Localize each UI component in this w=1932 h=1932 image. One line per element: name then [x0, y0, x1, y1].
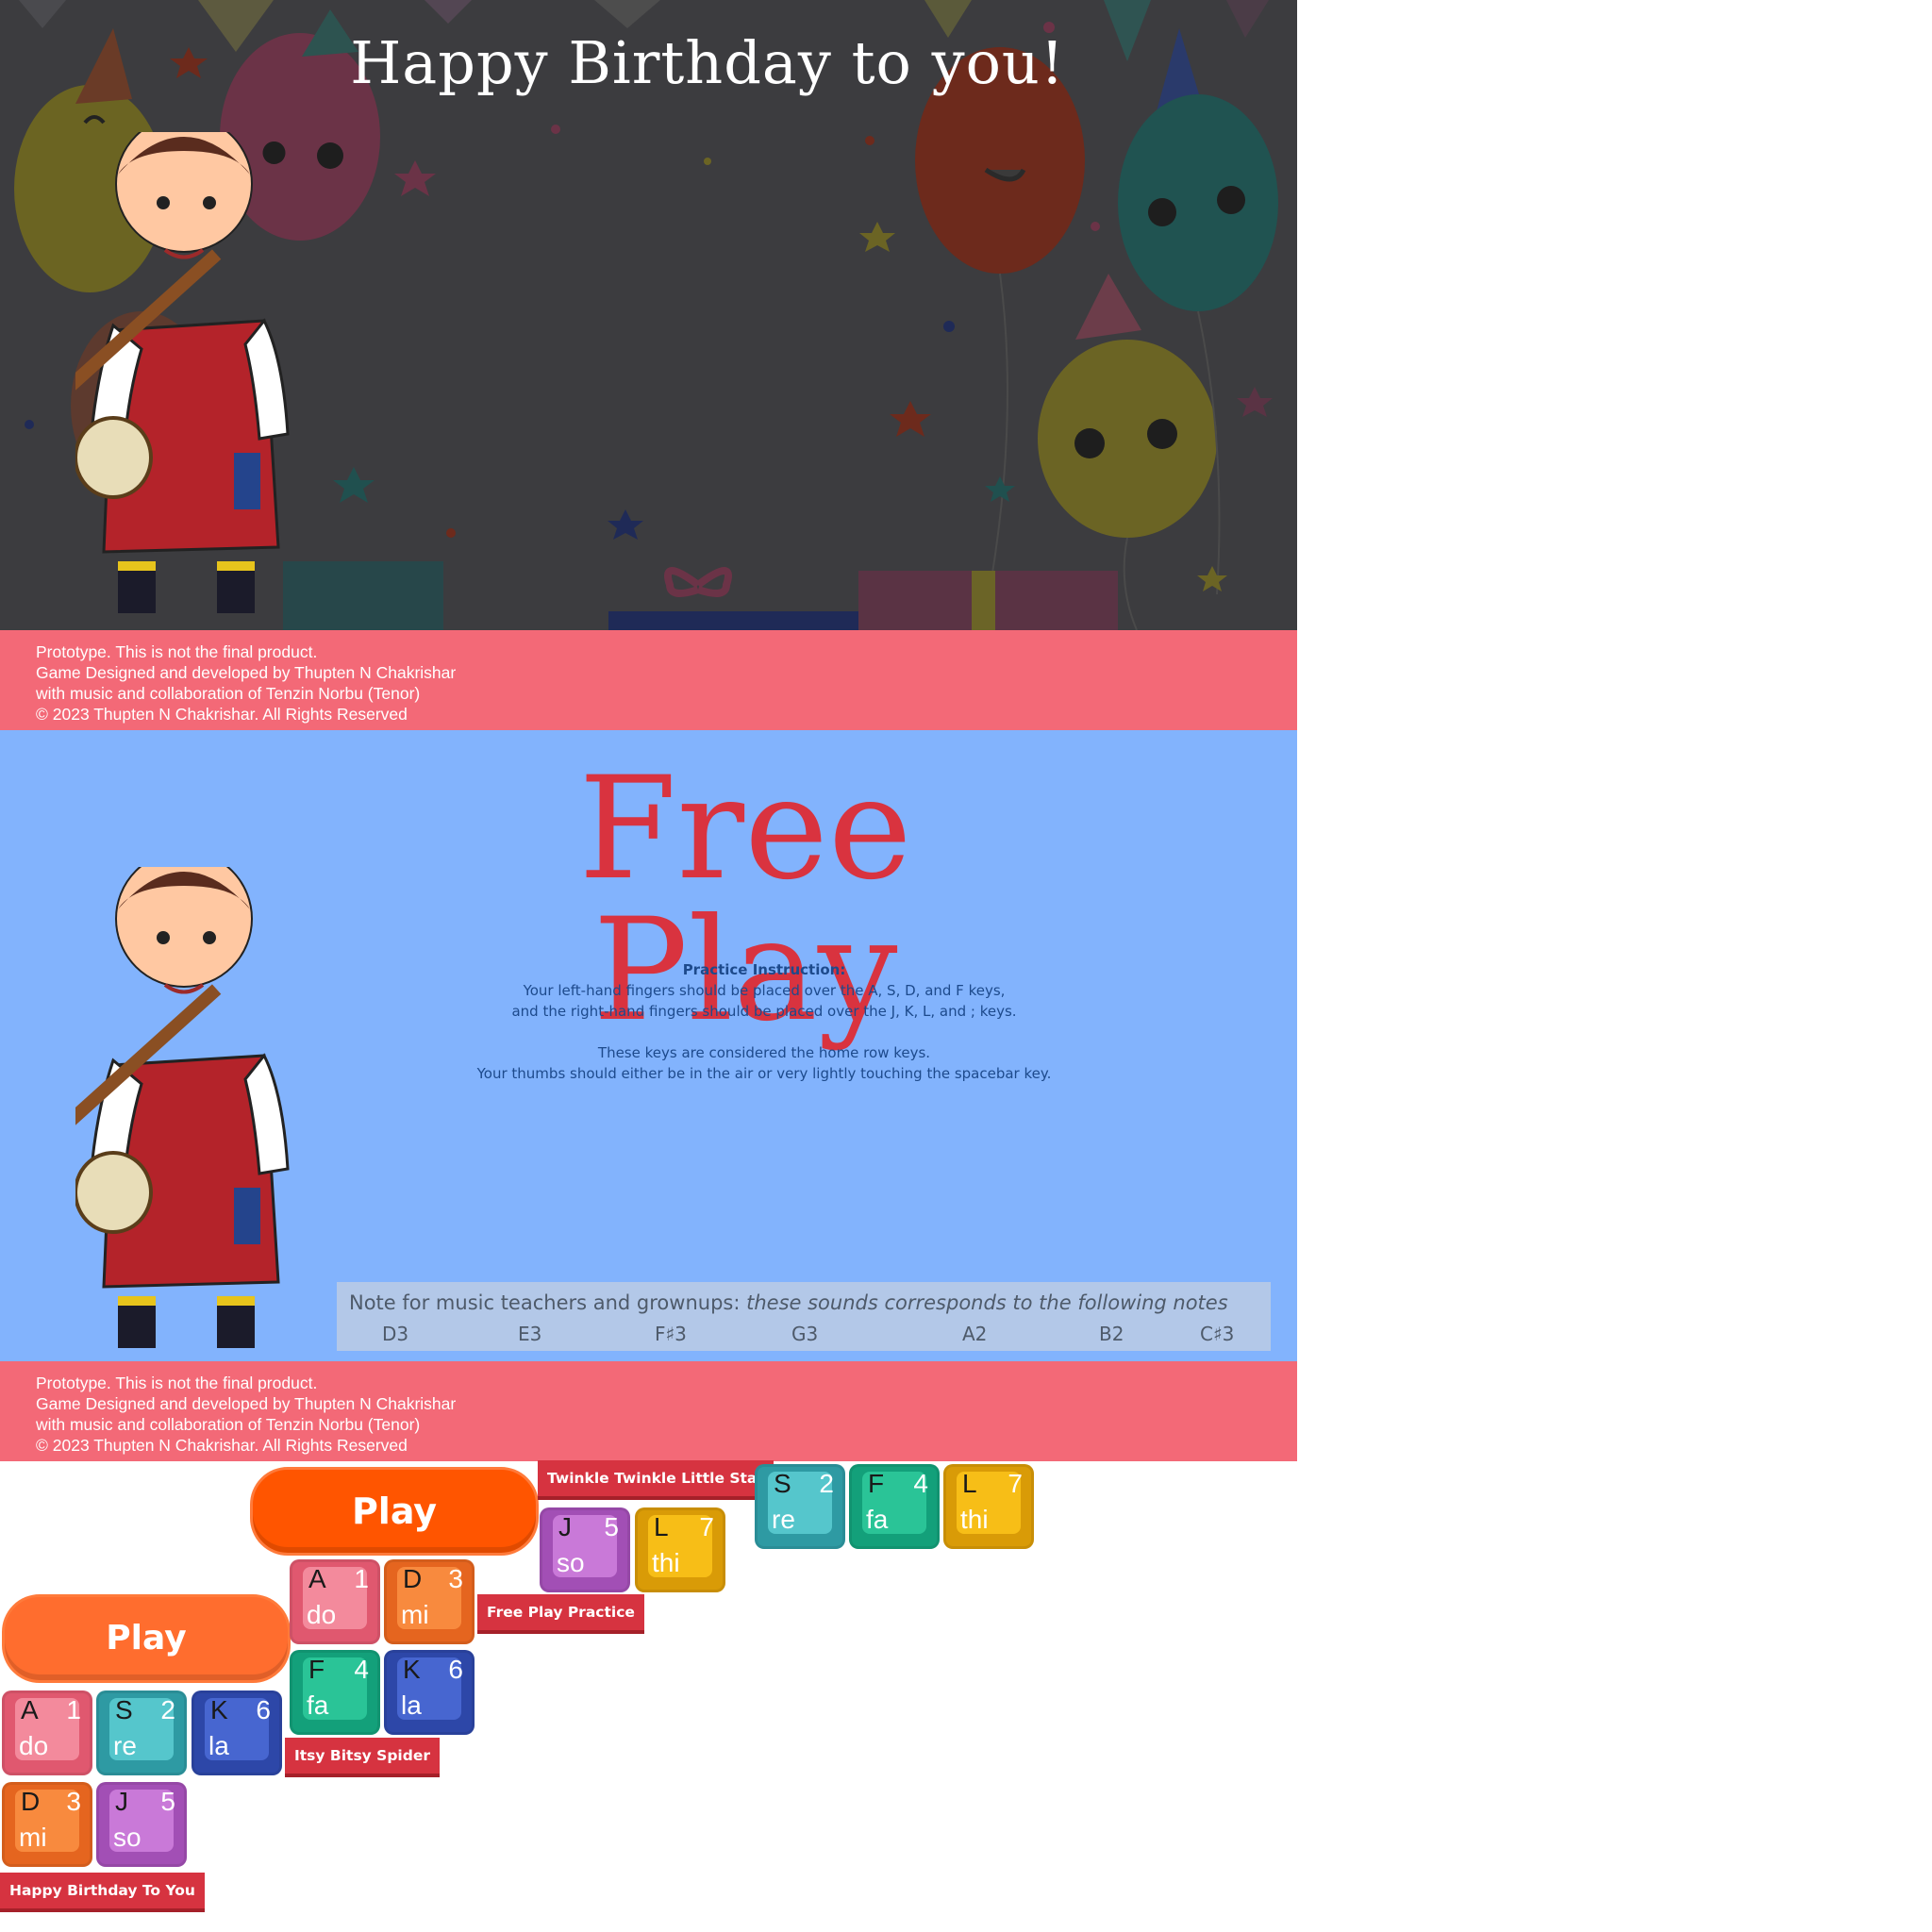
note-name: G3 [791, 1323, 819, 1345]
key-number: 1 [66, 1695, 81, 1724]
key-number: 7 [1008, 1469, 1023, 1498]
key-letter: D [21, 1787, 41, 1816]
key-number: 4 [913, 1469, 928, 1498]
instruction-line: These keys are considered the home row k… [597, 1044, 931, 1061]
note-text: these sounds corresponds to the followin… [746, 1291, 1228, 1314]
key-solfege: re [113, 1731, 137, 1760]
key-number: 5 [160, 1787, 175, 1816]
key-letter: A [21, 1695, 39, 1724]
key-number: 5 [604, 1512, 619, 1541]
key-number: 7 [699, 1512, 714, 1541]
footer-line: © 2023 Thupten N Chakrishar. All Rights … [36, 1436, 408, 1455]
key-solfege: mi [19, 1823, 47, 1852]
note-name: A2 [962, 1323, 988, 1345]
key-letter: L [654, 1512, 669, 1541]
key-solfege: fa [866, 1505, 889, 1534]
key-letter: F [868, 1469, 885, 1498]
key-number: 3 [66, 1787, 81, 1816]
credits-footer: Prototype. This is not the final product… [0, 1361, 1297, 1461]
key-j[interactable]: J 5 so [96, 1782, 187, 1867]
birthday-scene: Happy Birthday to you! [0, 0, 1297, 630]
key-a[interactable]: A 1 do [290, 1559, 380, 1644]
key-a[interactable]: A 1 do [2, 1690, 92, 1775]
key-letter: L [962, 1469, 977, 1498]
teacher-note-box: Note for music teachers and grownups: th… [337, 1282, 1271, 1351]
footer-line: Game Designed and developed by Thupten N… [36, 1394, 457, 1413]
key-solfege: so [113, 1823, 142, 1852]
song-label-itsy-bitsy[interactable]: Itsy Bitsy Spider [285, 1738, 440, 1777]
key-number: 3 [448, 1564, 463, 1593]
key-f[interactable]: F 4 fa [290, 1650, 380, 1735]
footer-line: with music and collaboration of Tenzin N… [36, 684, 421, 703]
footer-line: Prototype. This is not the final product… [36, 1374, 318, 1392]
key-letter: J [558, 1512, 572, 1541]
note-name: B2 [1099, 1323, 1124, 1345]
key-number: 2 [819, 1469, 834, 1498]
key-solfege: thi [960, 1505, 989, 1534]
instruction-line: Your left-hand fingers should be placed … [523, 982, 1006, 999]
key-d[interactable]: D 3 mi [2, 1782, 92, 1867]
key-solfege: fa [307, 1690, 329, 1720]
key-d[interactable]: D 3 mi [384, 1559, 475, 1644]
key-number: 1 [354, 1564, 369, 1593]
key-solfege: la [401, 1690, 422, 1720]
musician-character [75, 867, 290, 1348]
play-button[interactable]: Play [250, 1467, 539, 1556]
key-solfege: do [307, 1600, 337, 1629]
note-name: C♯3 [1200, 1323, 1235, 1345]
note-name: F♯3 [655, 1323, 687, 1345]
key-solfege: do [19, 1731, 49, 1760]
footer-line: Prototype. This is not the final product… [36, 642, 318, 661]
song-label-free-play[interactable]: Free Play Practice [477, 1594, 644, 1634]
key-letter: F [308, 1655, 325, 1684]
note-name: E3 [518, 1323, 542, 1345]
key-letter: A [308, 1564, 326, 1593]
key-k[interactable]: K 6 la [192, 1690, 282, 1775]
key-j[interactable]: J 5 so [540, 1507, 630, 1592]
key-letter: K [403, 1655, 421, 1684]
note-name: D3 [382, 1323, 409, 1345]
key-s[interactable]: S 2 re [755, 1464, 845, 1549]
song-label-twinkle[interactable]: Twinkle Twinkle Little Star [538, 1460, 774, 1500]
key-solfege: mi [401, 1600, 429, 1629]
note-label: Note for music teachers and grownups: [349, 1291, 741, 1314]
key-letter: S [774, 1469, 791, 1498]
key-number: 2 [160, 1695, 175, 1724]
credits-footer: Prototype. This is not the final product… [0, 630, 1297, 730]
footer-line: with music and collaboration of Tenzin N… [36, 1415, 421, 1434]
play-button[interactable]: Play [2, 1594, 291, 1683]
practice-instructions: Practice Instruction: Your left-hand fin… [434, 959, 1094, 1084]
key-solfege: re [772, 1505, 795, 1534]
free-play-scene: Free Play Practice Instruction: Your lef… [0, 730, 1297, 1361]
musician-character [75, 132, 290, 613]
key-f[interactable]: F 4 fa [849, 1464, 940, 1549]
instruction-line: Your thumbs should either be in the air … [476, 1065, 1052, 1082]
song-label-birthday[interactable]: Happy Birthday To You [0, 1873, 205, 1912]
key-k[interactable]: K 6 la [384, 1650, 475, 1735]
key-letter: J [115, 1787, 128, 1816]
footer-line: © 2023 Thupten N Chakrishar. All Rights … [36, 705, 408, 724]
instruction-line: and the right-hand fingers should be pla… [511, 1003, 1017, 1020]
key-l[interactable]: L 7 thi [943, 1464, 1034, 1549]
instruction-heading: Practice Instruction: [682, 961, 846, 978]
key-number: 6 [448, 1655, 463, 1684]
key-solfege: thi [652, 1548, 680, 1577]
footer-line: Game Designed and developed by Thupten N… [36, 663, 457, 682]
key-s[interactable]: S 2 re [96, 1690, 187, 1775]
key-solfege: so [557, 1548, 585, 1577]
teacher-note: Note for music teachers and grownups: th… [349, 1291, 1228, 1314]
key-letter: S [115, 1695, 133, 1724]
key-letter: K [210, 1695, 228, 1724]
key-number: 6 [256, 1695, 271, 1724]
key-l[interactable]: L 7 thi [635, 1507, 725, 1592]
key-solfege: la [208, 1731, 229, 1760]
key-number: 4 [354, 1655, 369, 1684]
page-title: Happy Birthday to you! [350, 28, 1065, 97]
key-letter: D [403, 1564, 423, 1593]
